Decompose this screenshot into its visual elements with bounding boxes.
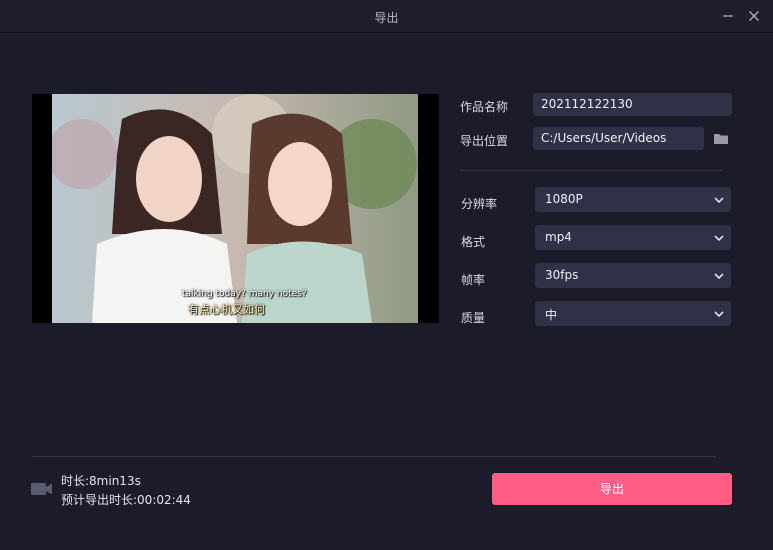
chevron-down-icon xyxy=(714,273,724,280)
format-select[interactable]: mp4 xyxy=(535,225,731,250)
chevron-down-icon xyxy=(714,311,724,318)
close-button[interactable] xyxy=(745,7,763,25)
resolution-label: 分辨率 xyxy=(461,197,498,211)
name-input[interactable]: 202112122130 xyxy=(533,93,732,116)
folder-icon xyxy=(714,134,728,144)
resolution-value: 1080P xyxy=(545,192,583,206)
format-label: 格式 xyxy=(461,235,486,249)
chevron-down-icon xyxy=(714,197,724,204)
location-label: 导出位置 xyxy=(460,134,509,148)
quality-value: 中 xyxy=(545,308,558,322)
location-input[interactable]: C:/Users/User/Videos xyxy=(533,127,704,150)
quality-label: 质量 xyxy=(461,311,486,325)
video-preview[interactable]: talking today? many notes? 有点心机又如何 xyxy=(32,94,439,323)
framerate-value: 30fps xyxy=(545,268,579,282)
resolution-select[interactable]: 1080P xyxy=(535,187,731,212)
framerate-label: 帧率 xyxy=(461,273,486,287)
video-camera-icon xyxy=(31,483,52,495)
format-value: mp4 xyxy=(545,230,572,244)
close-icon xyxy=(749,11,759,21)
subtitle-chinese: 有点心机又如何 xyxy=(188,303,265,316)
chevron-down-icon xyxy=(714,235,724,242)
window-title: 导出 xyxy=(374,11,399,25)
name-label: 作品名称 xyxy=(460,100,509,114)
section-divider xyxy=(460,170,723,171)
quality-select[interactable]: 中 xyxy=(535,301,731,326)
framerate-select[interactable]: 30fps xyxy=(535,263,731,288)
folder-button[interactable] xyxy=(713,131,729,150)
estimated-time-text: 预计导出时长:00:02:44 xyxy=(61,493,191,507)
subtitle-english: talking today? many notes? xyxy=(182,289,307,299)
export-button[interactable]: 导出 xyxy=(492,473,732,505)
footer-divider xyxy=(32,456,716,457)
minimize-button[interactable] xyxy=(719,7,737,25)
minimize-icon xyxy=(723,15,733,17)
duration-text: 时长:8min13s xyxy=(61,474,141,488)
title-bar: 导出 xyxy=(0,0,773,33)
